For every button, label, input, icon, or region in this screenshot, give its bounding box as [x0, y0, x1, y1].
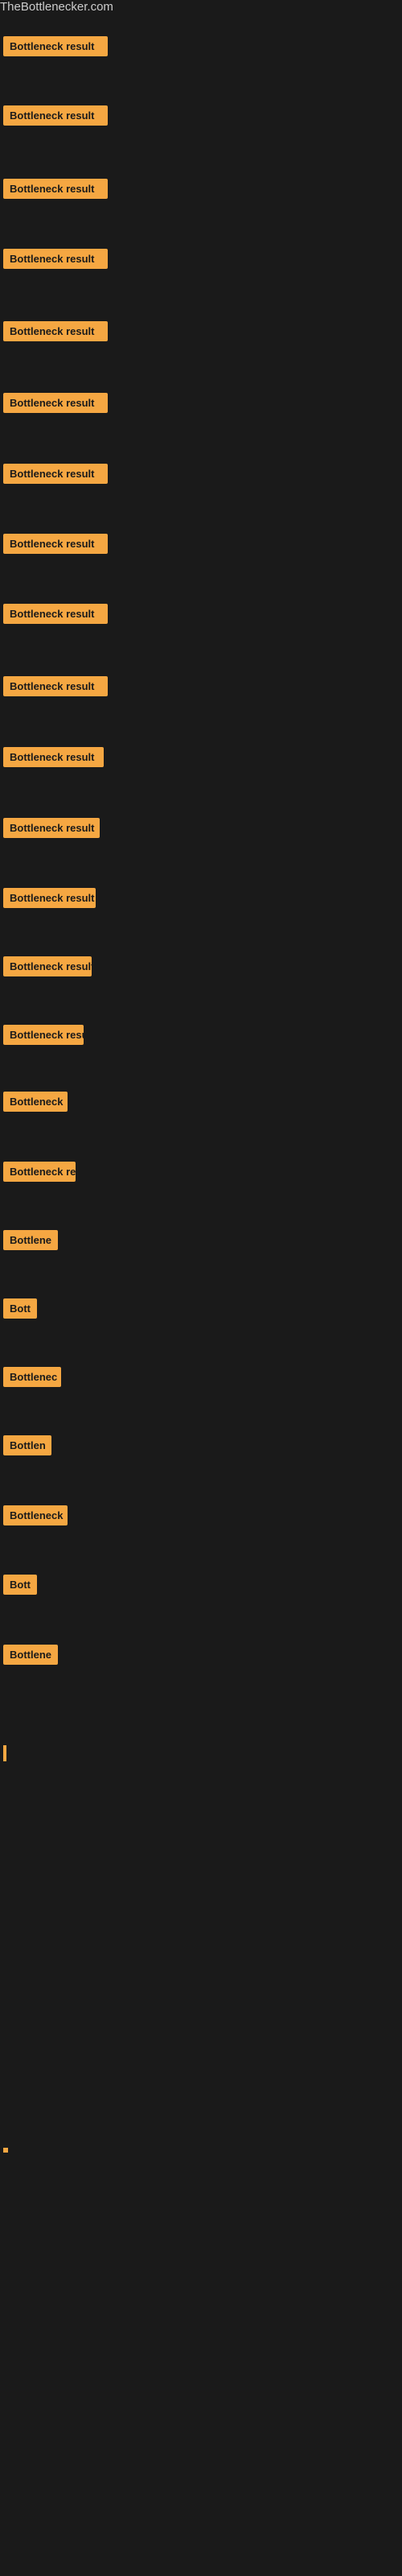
bottleneck-item-18: Bottlene [3, 1230, 58, 1250]
items-container: Bottleneck result Bottleneck result Bottle… [0, 14, 402, 2510]
bottleneck-item-20: Bottlenec [3, 1367, 61, 1387]
small-indicator [3, 1745, 6, 1761]
bottleneck-item-15: Bottleneck resu [3, 1025, 84, 1045]
site-header: TheBottlenecker.com [0, 0, 402, 14]
bottleneck-item-7: Bottleneck result [3, 464, 108, 484]
bottleneck-item-16: Bottleneck [3, 1092, 68, 1112]
bottleneck-item-23: Bott [3, 1575, 37, 1595]
bottleneck-item-14: Bottleneck result [3, 956, 92, 976]
bottleneck-item-19: Bott [3, 1298, 37, 1319]
bottleneck-item-8: Bottleneck result [3, 534, 108, 554]
bottleneck-item-11: Bottleneck result [3, 747, 104, 767]
bottleneck-item-1: Bottleneck result [3, 36, 108, 56]
bottleneck-item-10: Bottleneck result [3, 676, 108, 696]
bottleneck-item-21: Bottlen [3, 1435, 51, 1455]
bottleneck-item-3: Bottleneck result [3, 179, 108, 199]
bottleneck-item-17: Bottleneck re [3, 1162, 76, 1182]
bottleneck-item-12: Bottleneck result [3, 818, 100, 838]
tiny-dot [3, 2148, 8, 2153]
bottleneck-item-24: Bottlene [3, 1645, 58, 1665]
bottleneck-item-4: Bottleneck result [3, 249, 108, 269]
bottleneck-item-22: Bottleneck [3, 1505, 68, 1525]
bottleneck-item-13: Bottleneck result [3, 888, 96, 908]
bottleneck-item-5: Bottleneck result [3, 321, 108, 341]
bottleneck-item-2: Bottleneck result [3, 105, 108, 126]
bottleneck-item-6: Bottleneck result [3, 393, 108, 413]
bottleneck-item-9: Bottleneck result [3, 604, 108, 624]
